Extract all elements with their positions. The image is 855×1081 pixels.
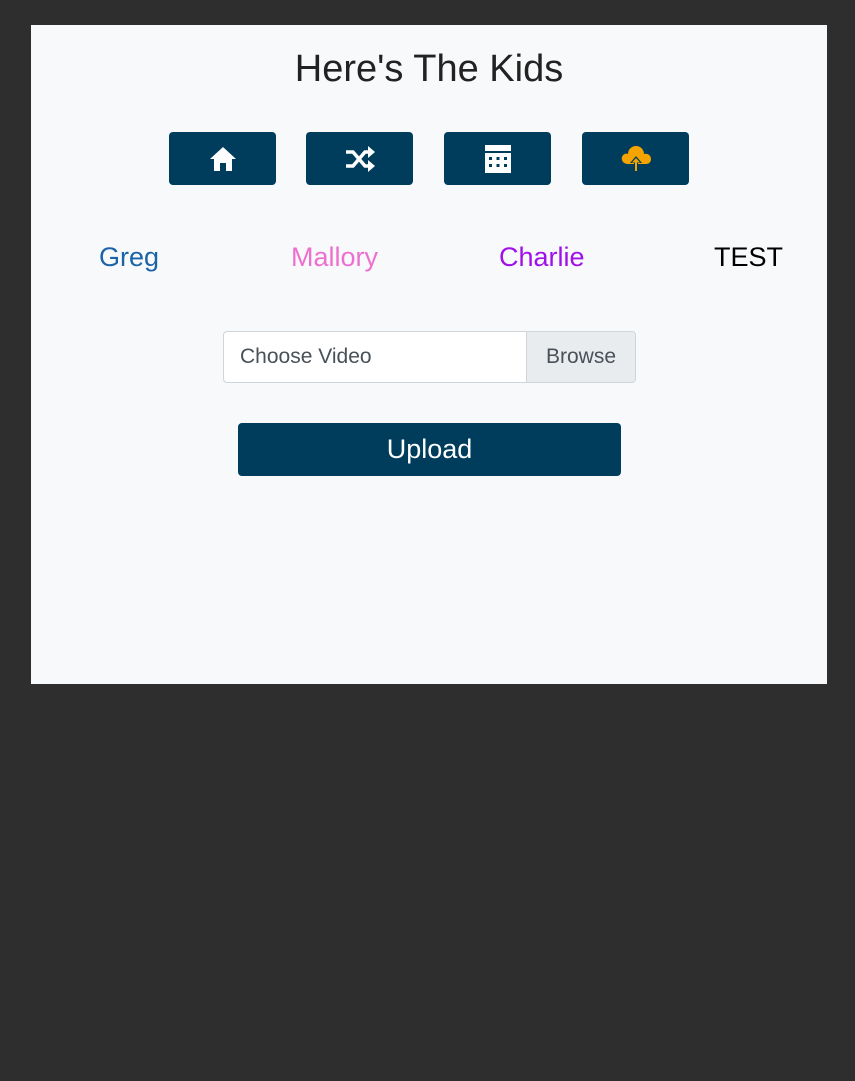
kids-list: Greg Mallory Charlie TEST bbox=[31, 239, 827, 275]
main-card: Here's The Kids Greg Mallory Charlie TES… bbox=[31, 25, 827, 684]
calendar-button[interactable] bbox=[444, 132, 551, 185]
browse-button[interactable]: Browse bbox=[526, 332, 635, 382]
home-button[interactable] bbox=[169, 132, 276, 185]
kid-link-charlie[interactable]: Charlie bbox=[499, 239, 585, 275]
shuffle-icon bbox=[344, 145, 376, 173]
page-title: Here's The Kids bbox=[294, 48, 564, 90]
kid-link-test[interactable]: TEST bbox=[714, 239, 783, 275]
video-file-input[interactable]: Choose Video Browse bbox=[223, 331, 636, 383]
nav-bar bbox=[31, 132, 827, 185]
kid-link-greg[interactable]: Greg bbox=[99, 239, 159, 275]
upload-button[interactable]: Upload bbox=[238, 423, 621, 476]
calendar-icon bbox=[484, 144, 512, 174]
home-icon bbox=[208, 145, 238, 173]
cloud-upload-icon bbox=[620, 144, 652, 174]
file-input-placeholder[interactable]: Choose Video bbox=[240, 332, 372, 382]
shuffle-button[interactable] bbox=[306, 132, 413, 185]
upload-page-button[interactable] bbox=[582, 132, 689, 185]
kid-link-mallory[interactable]: Mallory bbox=[291, 239, 378, 275]
